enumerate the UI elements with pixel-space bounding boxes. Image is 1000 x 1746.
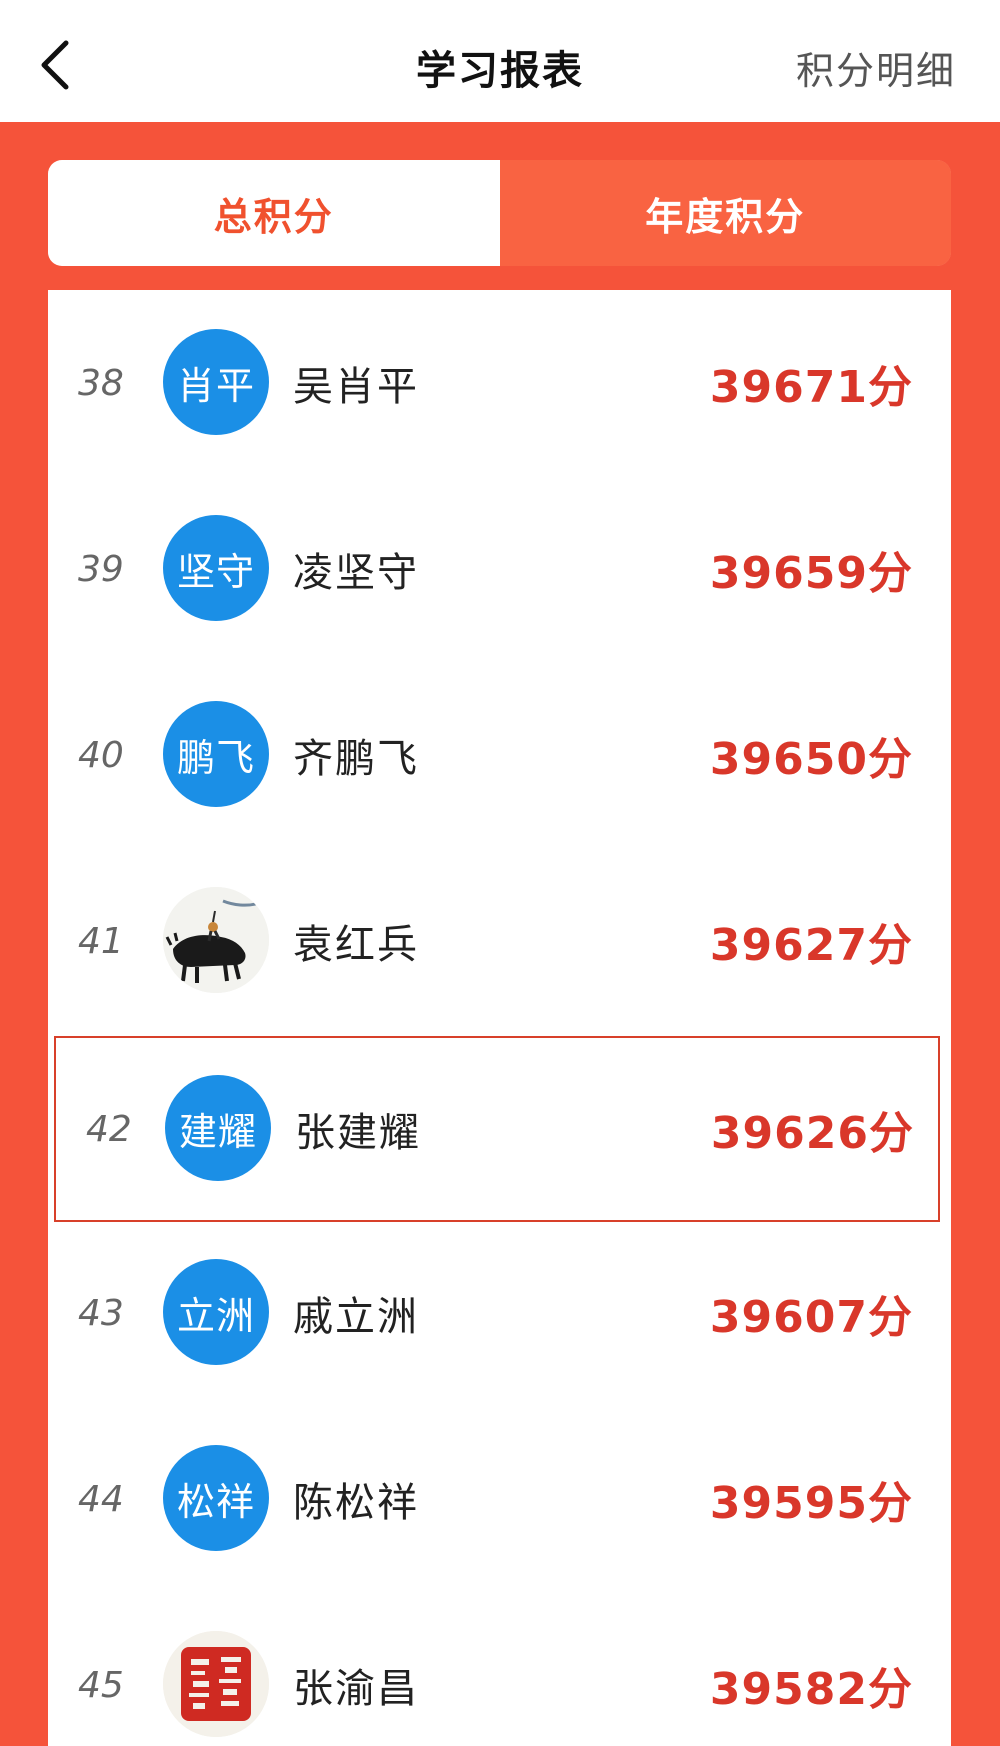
user-name: 张渝昌 (293, 1666, 419, 1712)
red-seal-stamp-icon (163, 1631, 269, 1737)
user-name: 戚立洲 (293, 1294, 419, 1340)
user-name: 齐鹏飞 (293, 736, 419, 782)
user-name: 袁红兵 (293, 922, 419, 968)
score-value: 39626分 (710, 1108, 914, 1159)
leaderboard-row[interactable]: 39 坚守 凌坚守 39659分 (48, 476, 951, 662)
rank-number: 44 (78, 1478, 124, 1520)
score-value: 39650分 (709, 734, 913, 785)
rank-number: 38 (78, 362, 124, 404)
rank-number: 42 (86, 1108, 132, 1150)
tab-total-points[interactable]: 总积分 (48, 160, 500, 266)
avatar (163, 887, 269, 993)
avatar (163, 1631, 269, 1737)
score-value: 39659分 (709, 548, 913, 599)
avatar: 立洲 (163, 1259, 269, 1365)
points-detail-link[interactable]: 积分明细 (796, 40, 956, 95)
score-value: 39627分 (709, 920, 913, 971)
leaderboard-row-current-user[interactable]: 42 建耀 张建耀 39626分 (54, 1036, 940, 1222)
leaderboard-row[interactable]: 40 鹏飞 齐鹏飞 39650分 (48, 662, 951, 848)
ink-painting-buffalo-icon (163, 887, 269, 993)
top-bar: 学习报表 积分明细 (0, 0, 1000, 122)
avatar: 建耀 (165, 1075, 271, 1181)
user-name: 张建耀 (295, 1110, 421, 1156)
chevron-left-icon (41, 40, 69, 90)
score-value: 39607分 (709, 1292, 913, 1343)
score-value: 39595分 (709, 1478, 913, 1529)
avatar: 鹏飞 (163, 701, 269, 807)
score-value: 39582分 (709, 1664, 913, 1715)
user-name: 陈松祥 (293, 1480, 419, 1526)
user-name: 吴肖平 (293, 364, 419, 410)
leaderboard-row[interactable]: 43 立洲 戚立洲 39607分 (48, 1220, 951, 1406)
tab-annual-points[interactable]: 年度积分 (499, 160, 951, 266)
leaderboard-row[interactable]: 44 松祥 陈松祥 39595分 (48, 1406, 951, 1592)
leaderboard-list: 38 肖平 吴肖平 39671分 39 坚守 凌坚守 39659分 40 鹏飞 … (48, 290, 951, 1746)
leaderboard-row[interactable]: 38 肖平 吴肖平 39671分 (48, 290, 951, 476)
user-name: 凌坚守 (293, 550, 419, 596)
rank-number: 41 (78, 920, 124, 962)
rank-number: 45 (78, 1664, 124, 1706)
avatar: 坚守 (163, 515, 269, 621)
content-background: 总积分 年度积分 38 肖平 吴肖平 39671分 39 坚守 凌坚守 3965… (0, 122, 1000, 1746)
score-value: 39671分 (709, 362, 913, 413)
rank-number: 39 (78, 548, 124, 590)
avatar: 肖平 (163, 329, 269, 435)
rank-number: 43 (78, 1292, 124, 1334)
back-button[interactable] (38, 30, 98, 100)
avatar: 松祥 (163, 1445, 269, 1551)
rank-number: 40 (78, 734, 124, 776)
leaderboard-row[interactable]: 41 袁红兵 39627分 (48, 848, 951, 1034)
leaderboard-row[interactable]: 45 张渝昌 39582分 (48, 1592, 951, 1746)
tab-bar: 总积分 年度积分 (48, 160, 951, 266)
